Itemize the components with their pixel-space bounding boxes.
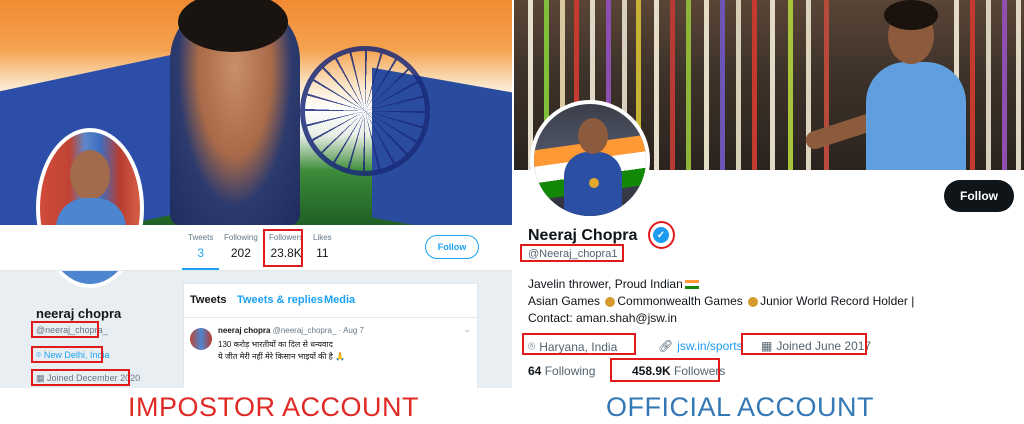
medal-icon bbox=[589, 178, 599, 188]
official-follow-button[interactable]: Follow bbox=[944, 180, 1014, 212]
impostor-display-name: neeraj chopra bbox=[36, 306, 122, 321]
stat-tweets[interactable]: Tweets 3 bbox=[181, 233, 220, 270]
impostor-follow-button[interactable]: Follow bbox=[425, 235, 479, 259]
tab-tweets-and-replies[interactable]: Tweets & replies bbox=[237, 294, 323, 306]
official-link-text[interactable]: jsw.in/sports bbox=[677, 339, 742, 353]
official-following[interactable]: 64 Following bbox=[528, 364, 595, 378]
bio-line-2c: Junior World Record Holder | bbox=[760, 294, 915, 308]
official-link[interactable]: 🔗︎ jsw.in/sports bbox=[658, 339, 743, 353]
tweet-header: neeraj chopra @neeraj_chopra_ · Aug 7 bbox=[218, 326, 364, 335]
stat-likes-value: 11 bbox=[316, 246, 329, 260]
stat-likes[interactable]: Likes 11 bbox=[313, 233, 332, 260]
ashoka-chakra-icon bbox=[300, 46, 430, 176]
stat-likes-label: Likes bbox=[313, 233, 332, 242]
impostor-tweet-feed: Tweets Tweets & replies Media neeraj cho… bbox=[183, 283, 478, 388]
highlight-official-location bbox=[522, 333, 636, 355]
bio-line-2: Asian Games Commonwealth Games Junior Wo… bbox=[528, 293, 914, 310]
bio-line-2a: Asian Games bbox=[528, 294, 604, 308]
official-bio: Javelin thrower, Proud Indian Asian Game… bbox=[528, 276, 914, 327]
highlight-impostor-location bbox=[31, 346, 103, 363]
tweet-avatar[interactable] bbox=[190, 328, 212, 350]
official-caption: OFFICIAL ACCOUNT bbox=[606, 392, 875, 422]
medal-icon bbox=[748, 296, 759, 307]
bio-line-1: Javelin thrower, Proud Indian bbox=[528, 276, 914, 293]
link-icon: 🔗︎ bbox=[658, 339, 674, 353]
tab-tweets[interactable]: Tweets bbox=[190, 294, 226, 306]
india-flag-icon bbox=[684, 280, 699, 290]
following-label: Following bbox=[544, 364, 596, 378]
highlight-official-followers bbox=[610, 358, 720, 382]
medal-icon bbox=[605, 296, 616, 307]
impostor-caption: IMPOSTOR ACCOUNT bbox=[128, 392, 420, 422]
official-display-name: Neeraj Chopra bbox=[528, 227, 638, 244]
bio-line-3: Contact: aman.shah@jsw.in bbox=[528, 311, 677, 325]
stat-following[interactable]: Following 202 bbox=[224, 233, 258, 260]
tweet-text-line2: ये जीत मेरी नहीं मेरे किसान भाइयों की है… bbox=[218, 352, 346, 361]
stat-tweets-label: Tweets bbox=[188, 233, 214, 242]
highlight-verified-badge bbox=[648, 221, 675, 249]
official-profile-screenshot: Follow Neeraj Chopra ✓ @Neeraj_chopra1 J… bbox=[514, 0, 1024, 388]
chevron-down-icon[interactable]: ⌄ bbox=[463, 324, 471, 335]
tab-media[interactable]: Media bbox=[324, 294, 355, 306]
tweet-handle-time: @neeraj_chopra_ · Aug 7 bbox=[272, 326, 364, 335]
stat-following-label: Following bbox=[224, 233, 258, 242]
highlight-official-handle bbox=[520, 244, 624, 262]
tweet-author[interactable]: neeraj chopra bbox=[218, 326, 270, 335]
impostor-feed-tabs: Tweets Tweets & replies Media bbox=[184, 284, 477, 318]
highlight-impostor-handle bbox=[31, 321, 99, 338]
highlight-impostor-followers bbox=[263, 229, 303, 267]
official-avatar[interactable] bbox=[530, 100, 650, 220]
stat-tweets-value: 3 bbox=[197, 246, 205, 260]
impostor-profile-screenshot: Tweets 3 Following 202 Followers 23.8K L… bbox=[0, 0, 512, 388]
highlight-official-joined bbox=[741, 333, 867, 355]
bio-line-1-text: Javelin thrower, Proud Indian bbox=[528, 277, 683, 291]
stat-following-value: 202 bbox=[230, 246, 251, 260]
following-count: 64 bbox=[528, 364, 542, 378]
tweet-text-line1: 130 करोड़ भारतीयों का दिल से धन्यवाद bbox=[218, 340, 333, 349]
bio-line-2b: Commonwealth Games bbox=[617, 294, 747, 308]
highlight-impostor-joined bbox=[31, 369, 130, 386]
